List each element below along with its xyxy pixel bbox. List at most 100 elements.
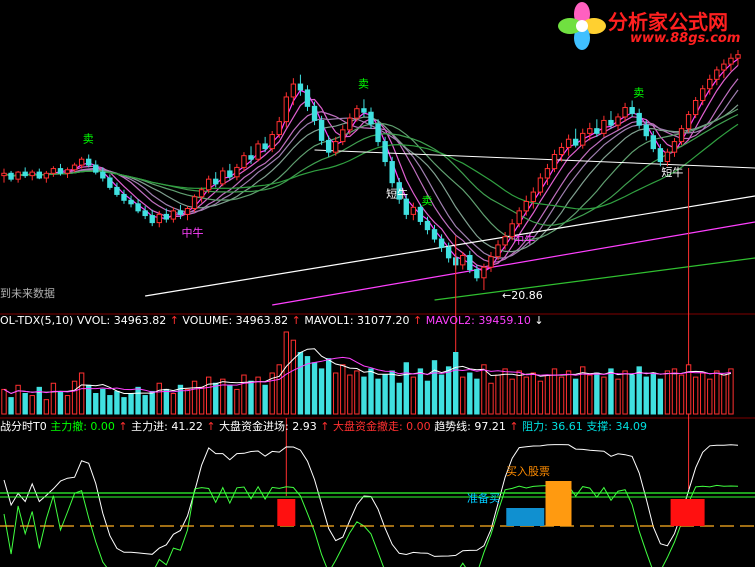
volume-bar — [601, 376, 607, 415]
candle — [467, 254, 473, 271]
indicator-value: 主力撤: 0.00 — [50, 419, 118, 433]
signal-label: 中牛 — [182, 225, 204, 239]
candle — [227, 170, 233, 178]
indicator-value: 大盘资金撤走: 0.00 — [333, 419, 434, 433]
candle — [481, 266, 487, 279]
candle — [241, 155, 247, 168]
volume-bar — [431, 360, 438, 415]
candle — [728, 57, 734, 65]
candle — [121, 193, 127, 201]
candle — [191, 196, 198, 210]
volume-bar — [64, 395, 71, 415]
volume-bar — [417, 368, 424, 415]
candle — [424, 220, 431, 231]
volume-bar — [650, 372, 656, 415]
volume-bar — [135, 386, 141, 415]
volume-bar — [572, 378, 579, 415]
volume-bar — [213, 382, 219, 415]
stock-chart[interactable]: 卖卖卖卖短牛短牛中牛中牛 到未来数据 ←20.86 买入股票 准备买 OL-TD… — [0, 0, 755, 567]
volume-bar — [544, 374, 551, 415]
candle — [156, 213, 162, 224]
candle — [735, 54, 741, 59]
indicator-value: ↑ — [509, 420, 522, 433]
volume-bar — [714, 370, 720, 415]
candle — [417, 206, 424, 222]
candle — [354, 108, 360, 119]
candle — [304, 89, 311, 107]
volume-bar — [707, 378, 713, 415]
volume-bar — [227, 384, 233, 415]
candle — [678, 128, 685, 143]
candle — [283, 96, 289, 123]
candle — [460, 254, 466, 266]
volume-bar — [325, 358, 332, 415]
buy-block — [545, 481, 572, 526]
volume-bar — [43, 399, 50, 415]
volume-bar — [191, 380, 198, 415]
candle — [474, 269, 480, 279]
candle — [1, 172, 7, 177]
candle — [650, 135, 656, 150]
candle — [64, 169, 71, 174]
candle — [170, 210, 177, 220]
indicator-panel — [0, 444, 755, 567]
volume-bar — [205, 376, 212, 415]
volume-bar — [509, 378, 515, 415]
candle — [700, 88, 706, 101]
volume-bar — [297, 352, 304, 415]
volume-indicator-value: OL-TDX(5,10) — [0, 314, 77, 327]
candle — [551, 154, 558, 170]
candle — [198, 189, 205, 198]
candle — [375, 123, 381, 143]
volume-bar — [375, 378, 381, 415]
candle — [615, 116, 621, 126]
candle — [445, 246, 452, 259]
volume-bar — [721, 374, 727, 415]
candle — [622, 107, 628, 118]
candle — [234, 166, 240, 178]
volume-bar — [565, 370, 572, 415]
sell-block — [670, 499, 705, 526]
volume-bar — [537, 380, 544, 415]
candle — [248, 155, 254, 160]
volume-bar — [198, 386, 205, 415]
candle — [107, 177, 113, 188]
volume-bar — [488, 382, 494, 415]
logo-url: www.88gs.com — [630, 31, 741, 46]
volume-bar — [474, 378, 480, 415]
volume-bar — [445, 366, 452, 415]
indicator-value: 战分时T0 — [0, 420, 50, 433]
volume-bar — [664, 370, 671, 415]
candle — [86, 158, 92, 166]
volume-indicator-value: ↑ — [292, 314, 305, 327]
volume-ma-10 — [3, 356, 731, 395]
ma-line-24 — [3, 113, 739, 226]
ready-buy-label: 准备买 — [467, 491, 500, 505]
volume-bar — [410, 376, 417, 415]
volume-bar — [453, 352, 459, 415]
candle — [721, 63, 727, 71]
volume-bar — [22, 393, 28, 415]
volume-bar — [100, 388, 106, 415]
volume-bar — [438, 374, 445, 415]
volume-bar — [234, 388, 240, 415]
volume-bar — [354, 370, 360, 415]
candle — [382, 141, 388, 163]
volume-bar — [467, 372, 473, 415]
candle — [537, 177, 544, 193]
volume-bar — [671, 368, 678, 415]
candle — [15, 171, 21, 180]
indicator-panel-header: 战分时T0 主力撤: 0.00 ↑ 主力进: 41.22 ↑ 大盘资金进场: 2… — [0, 419, 647, 433]
volume-bar — [71, 380, 78, 415]
volume-bar — [29, 395, 35, 415]
indicator-value: 趋势线: 97.21 — [434, 419, 509, 433]
ma-line-8 — [3, 78, 739, 263]
candle — [692, 99, 699, 116]
volume-bar — [107, 395, 113, 415]
signal-label: 卖 — [358, 77, 369, 90]
indicator-value: 阻力: 36.61 — [522, 420, 586, 433]
candle — [657, 148, 664, 163]
trend-line-upper — [314, 149, 755, 169]
site-logo[interactable]: 分析家公式网 www.88gs.com — [552, 0, 755, 52]
volume-bar — [382, 374, 388, 415]
